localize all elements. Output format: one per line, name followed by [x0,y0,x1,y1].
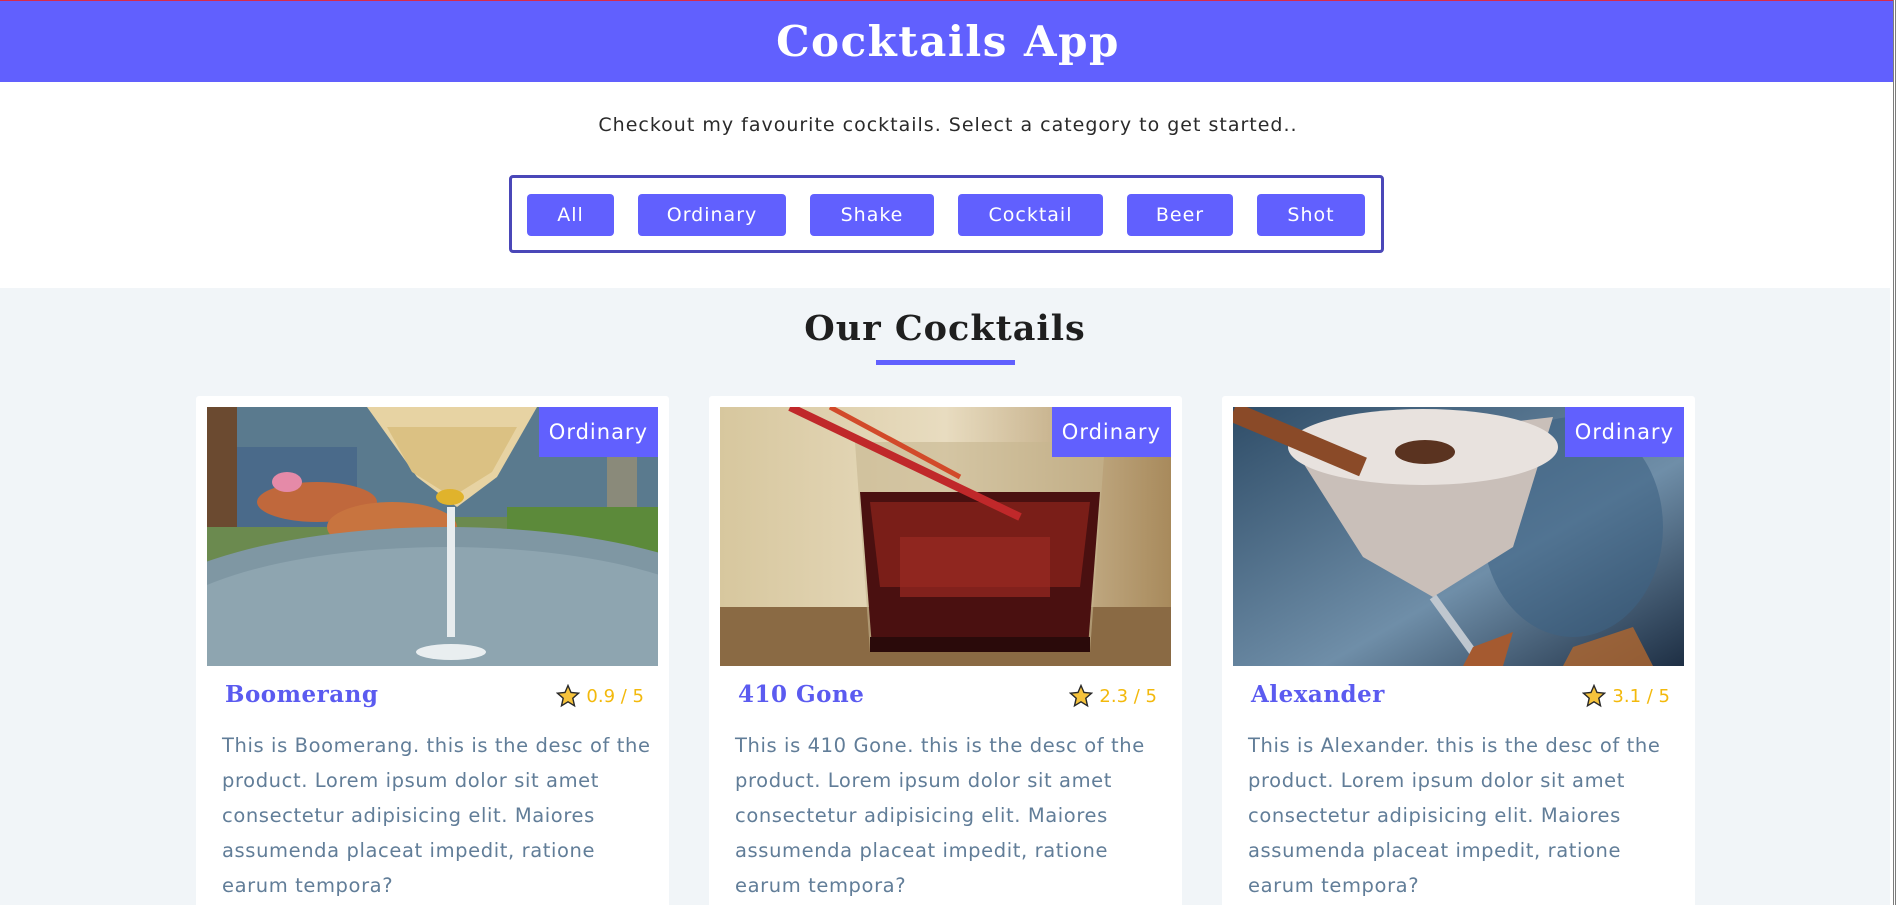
rating-value: 0.9 / 5 [586,685,644,707]
section-title: Our Cocktails [804,308,1086,349]
rating-value: 3.1 / 5 [1612,685,1670,707]
cocktail-card[interactable]: Ordinary 410 Gone 2.3 / 5 This is 410 Go… [709,396,1182,916]
cocktail-name[interactable]: Boomerang [225,681,378,708]
filter-button-cocktail[interactable]: Cocktail [958,194,1103,236]
cocktail-card[interactable]: Ordinary Boomerang 0.9 / 5 This is Boome… [196,396,669,916]
star-icon [556,684,581,708]
cocktail-card[interactable]: Ordinary Alexander 3.1 / 5 This is Alexa… [1222,396,1695,916]
rating-value: 2.3 / 5 [1099,685,1157,707]
cocktail-name[interactable]: 410 Gone [738,681,864,708]
app-header: Cocktails App [0,1,1896,82]
app-title: Cocktails App [776,17,1120,66]
filter-button-ordinary[interactable]: Ordinary [638,194,786,236]
star-icon [1582,684,1607,708]
cocktail-description: This is Boomerang. this is the desc of t… [222,734,651,897]
rating: 0.9 / 5 [556,684,644,708]
section-title-underline [876,360,1015,365]
filter-button-shot[interactable]: Shot [1257,194,1365,236]
category-filter-bar: All Ordinary Shake Cocktail Beer Shot [509,175,1384,253]
category-badge: Ordinary [1051,407,1171,457]
cocktail-description: This is Alexander. this is the desc of t… [1248,734,1661,897]
window-right-edge-highlight [1894,0,1895,905]
cocktail-name[interactable]: Alexander [1251,681,1385,708]
filter-button-all[interactable]: All [527,194,614,236]
category-badge: Ordinary [1564,407,1684,457]
cocktail-description: This is 410 Gone. this is the desc of th… [735,734,1145,897]
rating: 2.3 / 5 [1069,684,1157,708]
star-icon [1069,684,1094,708]
rating: 3.1 / 5 [1582,684,1670,708]
category-badge: Ordinary [538,407,658,457]
filter-button-shake[interactable]: Shake [810,194,934,236]
cocktails-section: Our Cocktails Ordinary Boomerang 0.9 / 5… [0,288,1890,916]
intro-text: Checkout my favourite cocktails. Select … [598,114,1298,136]
filter-button-beer[interactable]: Beer [1127,194,1233,236]
